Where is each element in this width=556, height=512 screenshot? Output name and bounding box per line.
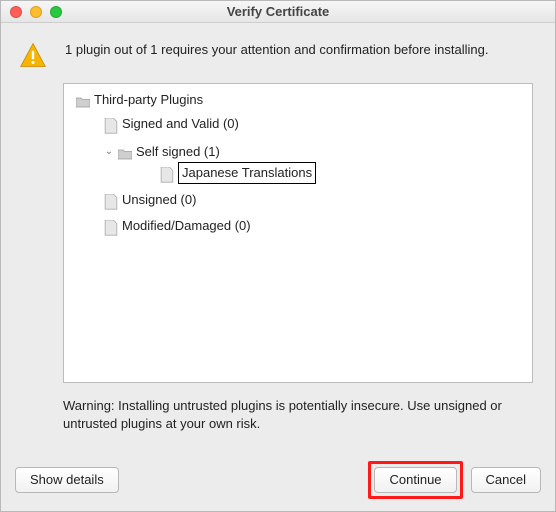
tree-root[interactable]: Third-party Plugins Signed and Valid (0) [72, 90, 524, 242]
file-icon [104, 220, 118, 232]
tree-node-modified[interactable]: Modified/Damaged (0) [76, 216, 524, 242]
file-icon [160, 167, 174, 179]
message-row: 1 plugin out of 1 requires your attentio… [19, 41, 533, 69]
dialog-content: 1 plugin out of 1 requires your attentio… [1, 23, 555, 455]
file-icon [104, 118, 118, 130]
dialog-message: 1 plugin out of 1 requires your attentio… [65, 41, 488, 59]
close-icon[interactable] [10, 6, 22, 18]
button-row: Show details Continue Cancel [1, 455, 555, 511]
warning-icon [19, 41, 47, 69]
tree-label-signed: Signed and Valid (0) [122, 114, 239, 134]
warning-text: Warning: Installing untrusted plugins is… [63, 397, 533, 433]
tree-label-japanese-translations: Japanese Translations [178, 162, 316, 184]
continue-button[interactable]: Continue [374, 467, 456, 493]
window-controls [1, 6, 62, 18]
file-icon [104, 194, 118, 206]
chevron-down-icon[interactable]: ⌄ [104, 142, 114, 162]
tree-node-unsigned[interactable]: Unsigned (0) [76, 190, 524, 216]
plugin-tree[interactable]: Third-party Plugins Signed and Valid (0) [63, 83, 533, 383]
cancel-button[interactable]: Cancel [471, 467, 541, 493]
dialog-window: Verify Certificate 1 plugin out of 1 req… [0, 0, 556, 512]
tree-root-label: Third-party Plugins [94, 90, 203, 110]
show-details-button[interactable]: Show details [15, 467, 119, 493]
minimize-icon[interactable] [30, 6, 42, 18]
tree-label-modified: Modified/Damaged (0) [122, 216, 251, 236]
tree-label-self-signed: Self signed (1) [136, 142, 220, 162]
tree-node-self-signed[interactable]: ⌄ Self signed (1) [76, 140, 524, 189]
titlebar: Verify Certificate [1, 1, 555, 23]
zoom-icon[interactable] [50, 6, 62, 18]
window-title: Verify Certificate [1, 4, 555, 19]
tree-label-unsigned: Unsigned (0) [122, 190, 196, 210]
folder-icon [118, 146, 132, 158]
tree-node-signed[interactable]: Signed and Valid (0) [76, 114, 524, 140]
tree-leaf-japanese-translations[interactable]: Japanese Translations [104, 162, 524, 189]
folder-icon [76, 94, 90, 106]
continue-highlight: Continue [368, 461, 462, 499]
